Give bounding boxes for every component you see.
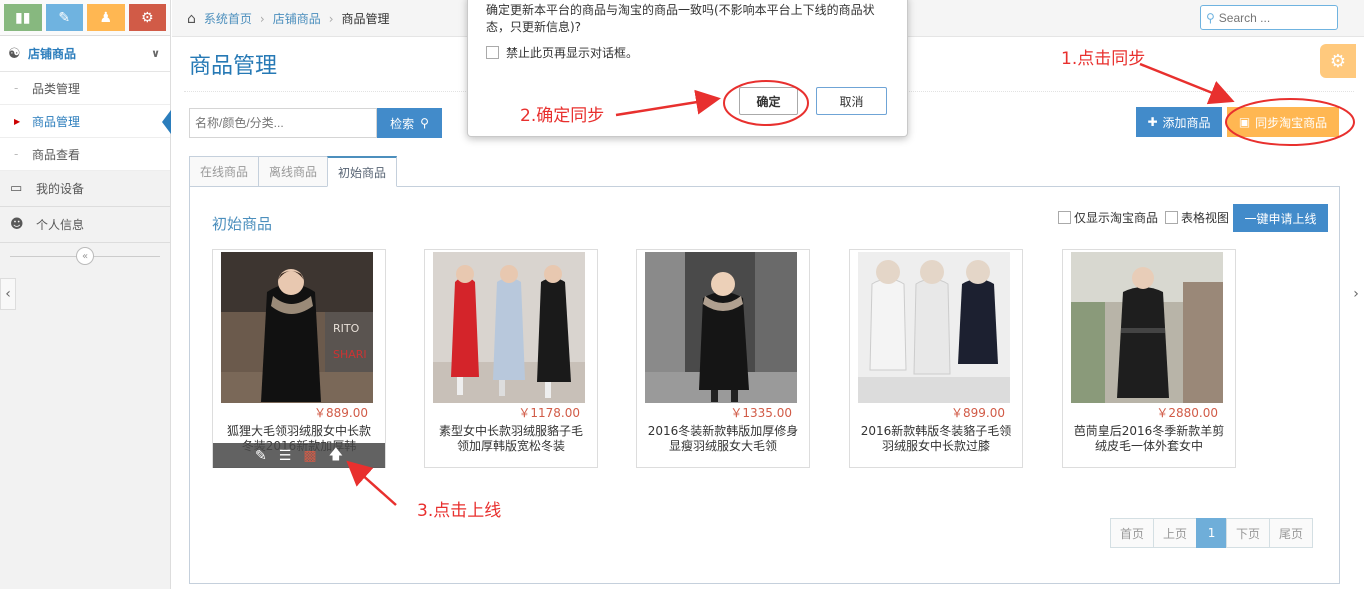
panel-title: 初始商品 [212, 215, 273, 233]
arrow-step1 [1139, 62, 1235, 105]
sidebar-item-label: 商品查看 [32, 147, 81, 162]
add-product-button[interactable]: ✚ 添加商品 [1136, 107, 1222, 137]
sidebar-collapse: « [0, 243, 170, 269]
page-prev[interactable]: 上页 [1153, 518, 1198, 548]
sidebar-item-product-manage[interactable]: ▶ 商品管理 [0, 105, 171, 138]
dialog-message: 确定更新本平台的商品与淘宝的商品一致吗(不影响本平台上下线的商品状态，只更新信息… [486, 3, 875, 34]
dialog-suppress-label: 禁止此页再显示对话框。 [506, 46, 639, 60]
apply-online-button[interactable]: 一键申请上线 [1233, 204, 1328, 232]
tab-online[interactable]: 在线商品 [189, 156, 260, 187]
sidebar-item-product-view[interactable]: - 商品查看 [0, 138, 170, 171]
breadcrumb-home[interactable]: 系统首页 [204, 10, 252, 27]
product-actions: ✎ ☰ ▩ 🡅 [213, 443, 385, 468]
cart-icon: ▣ [1238, 115, 1251, 129]
tab-offline[interactable]: 离线商品 [258, 156, 329, 187]
sidebar-item-devices[interactable]: ▭ 我的设备 [0, 171, 170, 207]
product-image[interactable] [1071, 252, 1223, 403]
arrow-up-icon[interactable]: 🡅 [329, 444, 343, 468]
sync-taobao-button[interactable]: ▣ 同步淘宝商品 [1227, 107, 1339, 137]
plus-icon: ✚ [1147, 115, 1158, 129]
cogs-icon[interactable]: ⚙ [128, 4, 166, 31]
tab-initial[interactable]: 初始商品 [327, 156, 398, 187]
app-root: ▮▮ ✎ ♟ ⚙ ☯ 店铺商品 ∨ - 品类管理 ▶ 商品管理 - 商品查看 ▭… [0, 0, 1364, 589]
svg-text:SHARI: SHARI [333, 348, 367, 361]
annotation-step3: 3.点击上线 [417, 501, 502, 521]
sidebar-item-category[interactable]: - 品类管理 [0, 72, 170, 105]
page-title: 商品管理 [189, 54, 278, 79]
sidebar-item-profile[interactable]: ☻ 个人信息 [0, 207, 170, 243]
pagination: 首页 上页 1 下页 尾页 [1110, 518, 1314, 548]
pencil-icon[interactable]: ✎ [45, 4, 83, 31]
product-price: ￥899.00 [951, 406, 1005, 420]
product-price: ￥1335.00 [730, 406, 792, 420]
user-icon: ☻ [10, 217, 24, 232]
chevron-down-icon: ∨ [151, 47, 160, 60]
dialog-suppress[interactable]: 禁止此页再显示对话框。 [486, 44, 638, 61]
view-options: 仅显示淘宝商品 表格视图 [1057, 209, 1229, 226]
chevron-left-icon[interactable]: ‹ [0, 278, 16, 310]
gear-icon[interactable]: ⚙ [1320, 44, 1356, 78]
taobao-only-checkbox[interactable] [1057, 211, 1071, 224]
sidebar-item-label: 个人信息 [36, 218, 85, 232]
page-next[interactable]: 下页 [1226, 518, 1271, 548]
laptop-icon: ▭ [10, 181, 23, 196]
sidebar: ▮▮ ✎ ♟ ⚙ ☯ 店铺商品 ∨ - 品类管理 ▶ 商品管理 - 商品查看 ▭… [0, 0, 171, 589]
group-icon[interactable]: ♟ [87, 4, 125, 31]
product-card[interactable]: ￥1335.00 2016冬装新款韩版加厚修身显瘦羽绒服女大毛领 [636, 249, 810, 468]
home-icon[interactable]: ⌂ [187, 11, 196, 27]
sidebar-group-label: 店铺商品 [28, 47, 77, 61]
product-image[interactable]: RITO SHARI [221, 252, 373, 403]
trash-icon[interactable]: ▩ [303, 448, 316, 464]
breadcrumb: ⌂ 系统首页 › 店铺商品 › 商品管理 [187, 10, 390, 27]
sitemap-icon: ☯ [8, 45, 21, 62]
svg-text:RITO: RITO [333, 322, 360, 335]
bar-chart-icon[interactable]: ▮▮ [4, 4, 42, 31]
product-card[interactable]: ￥1178.00 素型女中长款羽绒服貉子毛领加厚韩版宽松冬装 [424, 249, 598, 468]
product-name[interactable]: 芭茼皇后2016冬季新款羊剪绒皮毛一体外套女中 [1073, 424, 1225, 454]
product-image[interactable] [858, 252, 1010, 403]
shortcut-bar: ▮▮ ✎ ♟ ⚙ [0, 0, 170, 36]
sidebar-item-label: 商品管理 [32, 114, 81, 129]
sidebar-group-shop-products[interactable]: ☯ 店铺商品 ∨ [0, 36, 170, 72]
product-tabs: 在线商品 离线商品 初始商品 [189, 156, 398, 187]
search-icon: ⚲ [1206, 10, 1215, 25]
annotation-step1: 1.点击同步 [1061, 49, 1146, 69]
sidebar-item-label: 品类管理 [32, 81, 81, 96]
double-left-icon[interactable]: « [76, 247, 94, 265]
chevron-right-icon[interactable]: › [1348, 278, 1364, 310]
dialog-suppress-checkbox[interactable] [486, 46, 499, 59]
breadcrumb-current: 商品管理 [341, 12, 390, 26]
annotation-step2: 2.确定同步 [520, 106, 605, 126]
cancel-button[interactable]: 取消 [816, 87, 887, 115]
page-first[interactable]: 首页 [1110, 518, 1155, 548]
search-icon: ⚲ [420, 116, 429, 130]
product-price: ￥889.00 [314, 406, 368, 420]
product-price: ￥1178.00 [518, 406, 580, 420]
search-box: ⚲ [1200, 5, 1338, 30]
breadcrumb-section[interactable]: 店铺商品 [273, 10, 321, 27]
product-name[interactable]: 2016冬装新款韩版加厚修身显瘦羽绒服女大毛领 [647, 424, 799, 454]
product-card[interactable]: RITO SHARI ￥889.00 狐狸大毛领羽绒服女中长款冬装2016新款加… [212, 249, 386, 468]
taobao-only-label: 仅显示淘宝商品 [1073, 211, 1158, 225]
page-current[interactable]: 1 [1196, 518, 1228, 548]
product-name[interactable]: 素型女中长款羽绒服貉子毛领加厚韩版宽松冬装 [435, 424, 587, 454]
ok-button[interactable]: 确定 [739, 87, 798, 115]
list-icon[interactable]: ☰ [279, 448, 292, 464]
table-view-checkbox[interactable] [1164, 211, 1178, 224]
caret-right-icon: ▶ [14, 116, 21, 126]
edit-icon[interactable]: ✎ [255, 448, 267, 464]
product-image[interactable] [433, 252, 585, 403]
product-name[interactable]: 2016新款韩版冬装貉子毛领羽绒服女中长款过膝 [860, 424, 1012, 454]
table-view-label: 表格视图 [1180, 211, 1229, 225]
product-image[interactable] [645, 252, 797, 403]
search-input[interactable] [1218, 10, 1319, 25]
product-card[interactable]: ￥899.00 2016新款韩版冬装貉子毛领羽绒服女中长款过膝 [849, 249, 1023, 468]
page-last[interactable]: 尾页 [1269, 518, 1314, 548]
filter-button[interactable]: 检索 ⚲ [377, 108, 442, 138]
product-price: ￥2880.00 [1156, 406, 1218, 420]
sidebar-item-label: 我的设备 [36, 182, 85, 196]
filter-input[interactable] [189, 108, 377, 138]
product-card[interactable]: ￥2880.00 芭茼皇后2016冬季新款羊剪绒皮毛一体外套女中 [1062, 249, 1236, 468]
